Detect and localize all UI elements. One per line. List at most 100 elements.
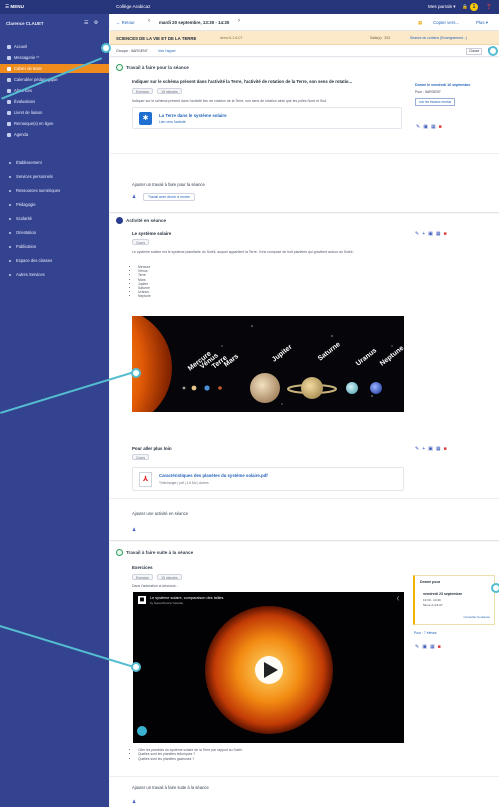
calendar-icon[interactable]: ▦ [430, 644, 435, 650]
planet-venus [191, 385, 197, 391]
menu-button[interactable]: ☰ MENU [5, 3, 24, 11]
copy-icon[interactable]: ▣ [423, 124, 428, 130]
sidebar-item[interactable]: Publication [0, 242, 109, 251]
sidebar-item-label: Espace des classes [16, 258, 53, 263]
attachment-subtitle[interactable]: Lien vers l'activité [159, 120, 186, 124]
sidebar-item[interactable]: Agenda [0, 130, 109, 139]
calendar-icon[interactable]: ▦ [418, 19, 422, 26]
video-player[interactable]: ◼ Le système solaire, comparaison des ta… [133, 592, 404, 743]
more-menu[interactable]: Plus ▾ [476, 19, 488, 26]
pdf-attachment-card[interactable]: ⅄ Caractéristiques des planètes du systè… [132, 467, 404, 491]
copy-icon[interactable]: ▣ [422, 644, 427, 650]
due-time: 13:30 - 14:30 [423, 598, 441, 602]
tag-duration: 15 minutes [157, 574, 182, 580]
planet-list: MercureVénusTerreMarsJupiterSaturneUranu… [132, 265, 151, 299]
sidebar-item[interactable]: Cahier de texte [0, 64, 109, 73]
sidebar-item[interactable]: Établissement [0, 158, 109, 167]
delete-icon[interactable]: ■ [444, 446, 447, 452]
planet-terre [204, 385, 210, 391]
edit-icon[interactable]: ✎ [415, 231, 419, 237]
bullet-icon [9, 175, 11, 178]
person-icon[interactable]: ♟ [132, 799, 136, 805]
sidebar-item-label: Accueil [14, 44, 28, 49]
add-after-title: Ajouter un travail à faire suite à la sé… [132, 785, 209, 790]
sidebar-item[interactable]: Ressources numériques [0, 186, 109, 195]
class-button[interactable]: Classe [466, 48, 483, 55]
share-icon[interactable]: ⟨ [397, 596, 399, 602]
help-icon[interactable]: ❓ [486, 3, 492, 11]
calendar-icon[interactable]: ▦ [436, 231, 441, 237]
pdf-title[interactable]: Caractéristiques des planètes du système… [159, 473, 268, 478]
sidebar-item[interactable]: Livret de liaison [0, 108, 109, 117]
solar-system-image: Mercure Vénus Terre Mars Jupiter Saturne Uranu… [132, 316, 404, 412]
notification-badge[interactable]: 1 [470, 3, 478, 11]
delete-icon[interactable]: ■ [444, 231, 447, 237]
next-day-button[interactable]: › [238, 18, 240, 25]
exercise-title: Exercices [132, 565, 153, 570]
calendar-icon[interactable]: ▦ [436, 446, 441, 452]
sidebar-item[interactable]: Remarque(s) en ligne [0, 119, 109, 128]
homework-before-section: Travail à faire pour la séance Indiquer … [110, 58, 499, 213]
sidebar-item[interactable]: Orientation [0, 228, 109, 237]
person-icon[interactable]: ♟ [132, 194, 136, 200]
homework-description: Indiquer sur le schéma présent dans l'ac… [132, 99, 328, 103]
edit-icon[interactable]: ✎ [415, 644, 419, 650]
user-menu[interactable]: Mes parrals ▾ [428, 3, 456, 11]
add-icon[interactable]: + [422, 231, 425, 237]
sidebar-item[interactable]: Accueil [0, 42, 109, 51]
person-icon[interactable]: ♟ [132, 527, 136, 533]
planet-neptune [370, 382, 382, 394]
sidebar-item-label: Agenda [14, 132, 29, 137]
copy-icon[interactable]: ▣ [428, 446, 433, 452]
edit-icon[interactable]: ✎ [415, 446, 419, 452]
lock-icon[interactable]: 🔒 [462, 3, 468, 11]
session-date: mardi 20 septembre, 13:30 - 14:30 [159, 20, 230, 25]
in-class-activity-section: Activité en séance Le système solaire ✎ … [110, 214, 499, 541]
sidebar-settings-icon[interactable]: ☰ ⚙ [84, 20, 100, 26]
copy-to-button[interactable]: Copier vers... [433, 19, 459, 26]
pdf-meta[interactable]: Télécharger | pdf | 1.6 Mo | Autres [159, 481, 209, 485]
sidebar-item-label: Messagerie ¹⁰ [14, 55, 40, 60]
sidebar-item[interactable]: Pédagogie [0, 200, 109, 209]
exercise-actions: ✎ ▣ ▦ ■ [415, 644, 441, 650]
due-date: vendredi 23 septembre [423, 592, 463, 596]
sidebar-item[interactable]: Autres Services [0, 270, 109, 279]
homework-after-heading: Travail à faire suite à la séance [126, 550, 194, 555]
calendar-icon[interactable]: ▦ [431, 124, 436, 130]
video-title[interactable]: Le système solaire, comparaison des tail… [150, 596, 223, 600]
sidebar-item[interactable]: Services personnels [0, 172, 109, 181]
delete-icon[interactable]: ■ [439, 124, 442, 130]
attachment-title[interactable]: La Terre dans le système solaire [159, 113, 227, 118]
view-submissions-button[interactable]: voir les travaux rendus [415, 98, 456, 106]
subject-bar: SCIENCES DE LA VIE ET DE LA TERRE demo 6… [110, 31, 499, 45]
back-link[interactable]: ← Retour [116, 19, 135, 26]
edit-icon[interactable]: ✎ [416, 124, 420, 130]
session-content-link[interactable]: Séance du contenu (Enseignement...) [410, 35, 467, 42]
add-homework-button[interactable]: Travail avec devoir à rendre [143, 193, 195, 201]
divider [110, 153, 499, 154]
homework-after-title-row: Travail à faire suite à la séance [116, 549, 193, 556]
menu-item-icon [7, 121, 11, 126]
video-channel-icon [137, 726, 147, 736]
planet-mars [218, 386, 222, 390]
sidebar-item[interactable]: Scolarité [0, 214, 109, 223]
tag-type: Exercice [132, 88, 154, 94]
attachment-card[interactable]: ✱ La Terre dans le système solaire Lien … [132, 107, 402, 129]
bullet-icon [9, 189, 11, 192]
view-session-link[interactable]: Consulter la séance [463, 615, 490, 619]
divider [110, 498, 499, 499]
add-icon[interactable]: + [422, 446, 425, 452]
callout-marker [131, 368, 141, 378]
prev-day-button[interactable]: ‹ [148, 18, 150, 25]
menu-item-icon [7, 88, 11, 93]
sidebar-item[interactable]: Évaluations [0, 97, 109, 106]
roll-call-link[interactable]: Voir l'appel [158, 48, 175, 55]
copy-icon[interactable]: ▣ [428, 231, 433, 237]
video-channel[interactable]: by Superchecca Youtube [150, 601, 183, 605]
delete-icon[interactable]: ■ [438, 644, 441, 650]
bullet-icon [9, 217, 11, 220]
sidebar-item[interactable]: Espace des classes [0, 256, 109, 265]
school-name: Collège Arabicaz [116, 4, 151, 9]
planet-uranus [346, 382, 358, 394]
sidebar-item-label: Établissement [16, 160, 42, 165]
